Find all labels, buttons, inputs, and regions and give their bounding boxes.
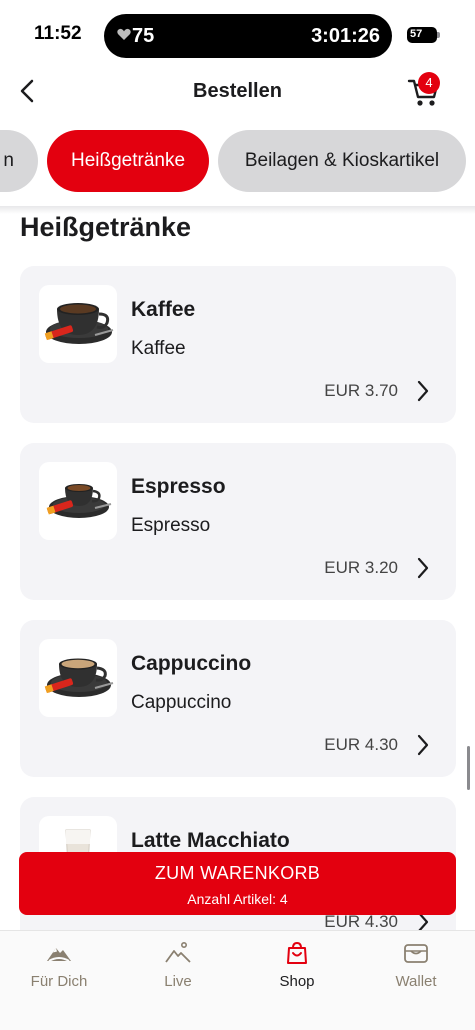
dynamic-island: 75 3:01:26 — [104, 14, 392, 58]
wallet-icon — [404, 944, 428, 963]
product-price: EUR 3.70 — [324, 381, 398, 400]
page-title: Bestellen — [193, 80, 282, 102]
chevron-left-icon — [20, 79, 34, 103]
cart-count-badge: 4 — [418, 72, 440, 94]
mountain-icon — [47, 948, 71, 962]
product-description: Kaffee — [131, 338, 186, 359]
tabbar-label: Wallet — [395, 973, 437, 990]
tabbar-item-wallet[interactable]: Wallet — [357, 931, 475, 1001]
battery-cap — [437, 32, 440, 38]
back-button[interactable] — [14, 76, 44, 106]
tab-beilagen-kioskartikel[interactable]: Beilagen & Kioskartikel — [218, 130, 466, 192]
battery-level: 57 — [410, 28, 423, 40]
section-title: Heißgetränke — [20, 212, 192, 242]
battery-icon: 57 — [407, 27, 437, 43]
status-time: 11:52 — [34, 23, 82, 44]
tabbar-label: Shop — [279, 973, 315, 990]
shopping-bag-icon — [287, 941, 307, 964]
category-tabs: n Heißgetränke Beilagen & Kioskartikel — [0, 130, 475, 194]
nav-header: Bestellen — [0, 70, 475, 120]
live-mountain-icon — [165, 941, 191, 963]
product-name: Latte Macchiato — [131, 829, 290, 852]
product-name: Espresso — [131, 475, 226, 498]
tabbar-label: Live — [164, 973, 192, 990]
go-to-cart-button[interactable]: ZUM WARENKORB Anzahl Artikel: 4 — [19, 852, 456, 915]
product-card-espresso[interactable]: Espresso Espresso EUR 3.20 — [20, 443, 456, 600]
product-price: EUR 3.20 — [324, 558, 398, 577]
workout-timer: 3:01:26 — [311, 25, 380, 47]
tabbar-item-shop[interactable]: Shop — [238, 931, 356, 1001]
tabbar-label: Für Dich — [30, 973, 88, 990]
chevron-right-icon — [417, 380, 429, 402]
product-price: EUR 4.30 — [324, 735, 398, 754]
chevron-right-icon — [417, 557, 429, 579]
product-name: Kaffee — [131, 298, 196, 321]
status-bar: 11:52 75 3:01:26 57 — [0, 0, 475, 70]
product-card-kaffee[interactable]: Kaffee Kaffee EUR 3.70 — [20, 266, 456, 423]
tab-heissgetraenke[interactable]: Heißgetränke — [47, 130, 209, 192]
chevron-right-icon — [417, 734, 429, 756]
product-name: Cappuccino — [131, 652, 252, 675]
tabbar-item-fuer-dich[interactable]: Für Dich — [0, 931, 118, 1001]
product-description: Espresso — [131, 515, 211, 536]
coffee-cup-image — [39, 285, 117, 363]
cart-item-count: Anzahl Artikel: 4 — [187, 891, 288, 907]
cart-button-label: ZUM WARENKORB — [154, 863, 321, 883]
product-description: Cappuccino — [131, 692, 232, 713]
heart-rate-value: 75 — [132, 25, 155, 47]
product-card-cappuccino[interactable]: Cappuccino Cappuccino EUR 4.30 — [20, 620, 456, 777]
scrollbar[interactable] — [467, 746, 470, 790]
tab-category-previous[interactable]: n — [0, 130, 38, 192]
cappuccino-cup-image — [39, 639, 117, 717]
tabbar-item-live[interactable]: Live — [119, 931, 237, 1001]
espresso-cup-image — [39, 462, 117, 540]
bottom-tab-bar: Für Dich Live Shop Wallet — [0, 930, 475, 1030]
product-price: EUR 4.30 — [324, 912, 398, 931]
